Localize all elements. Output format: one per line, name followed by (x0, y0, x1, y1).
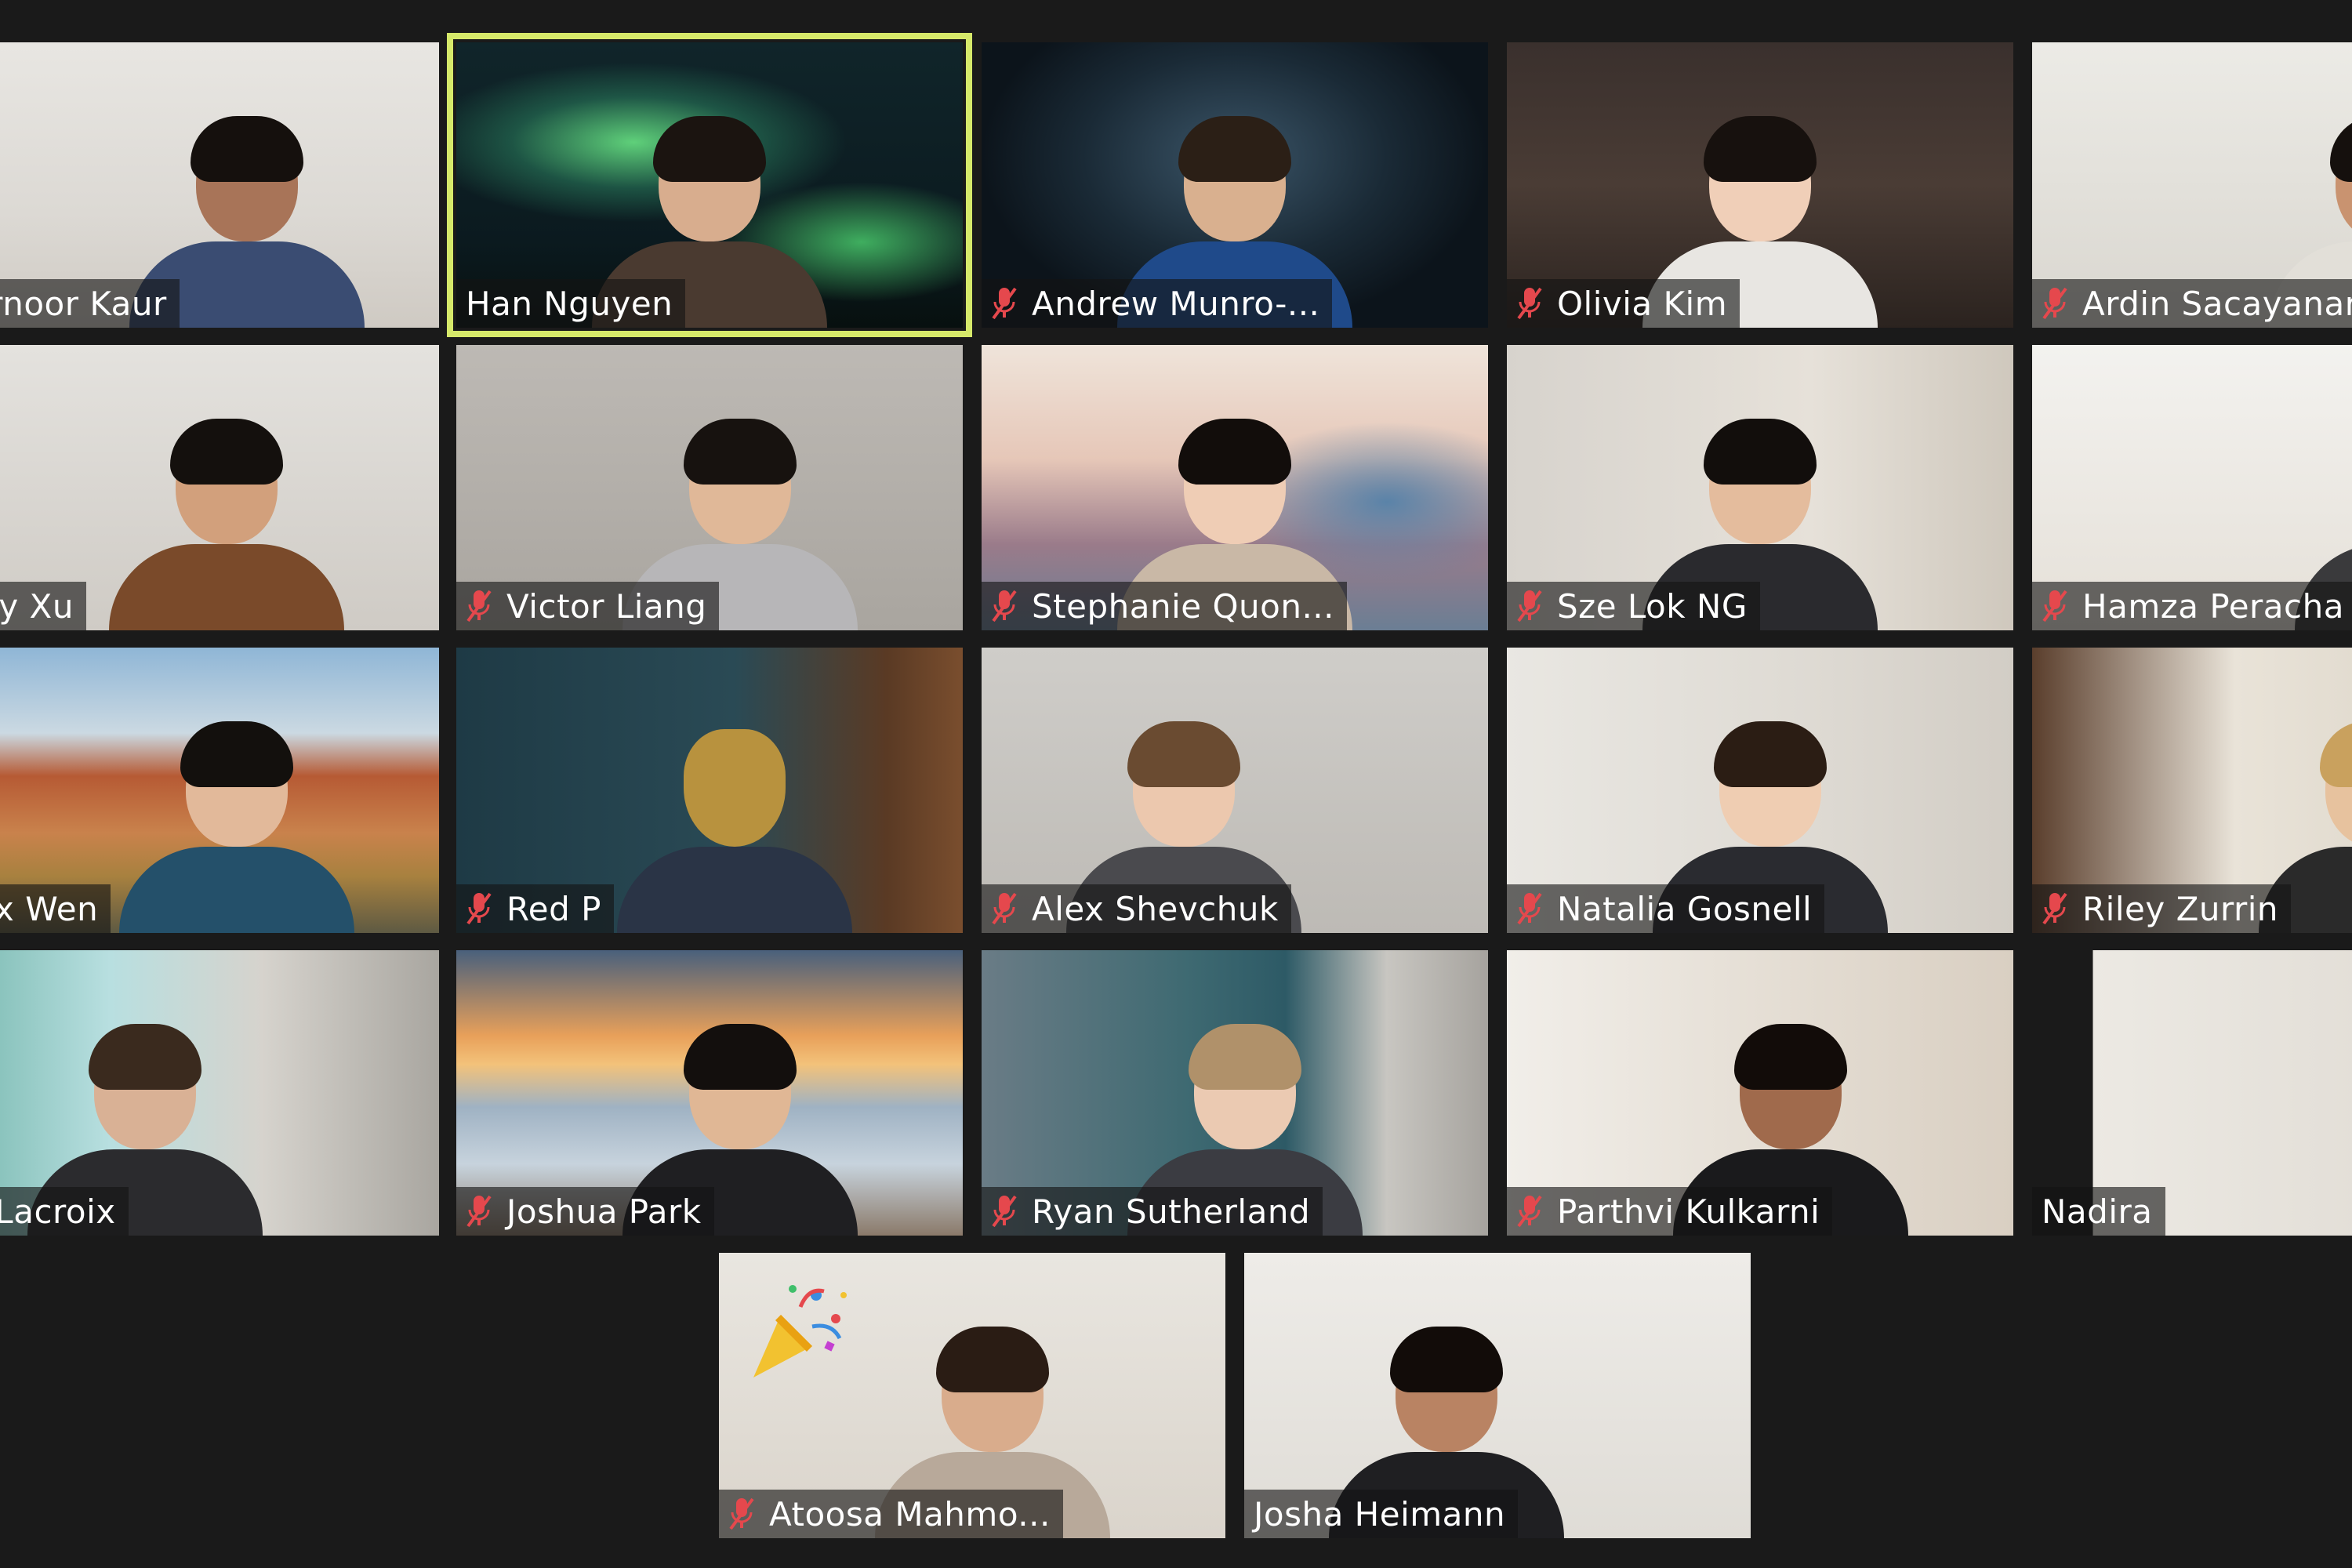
microphone-muted-icon (1516, 1194, 1543, 1229)
participant-name-label: Gurnoor Kaur (0, 279, 180, 328)
video-tile[interactable]: Gurnoor Kaur (0, 42, 439, 328)
participant-name: Joshua Park (506, 1192, 702, 1231)
participant-name-label: Nadira (2032, 1187, 2165, 1236)
participant-name: Stephanie Quon... (1032, 586, 1335, 626)
microphone-muted-icon (991, 1194, 1018, 1229)
video-tile[interactable]: Alex Wen (0, 648, 439, 933)
video-tile[interactable]: Parthvi Kulkarni (1507, 950, 2013, 1236)
participant-name-label: Ardin Sacayanar (2032, 279, 2352, 328)
participant-video-masked (617, 729, 853, 933)
participant-name: Ryan Sutherland (1032, 1192, 1311, 1231)
video-tile[interactable]: en Lacroix (0, 950, 439, 1236)
video-tile[interactable]: Nadira (2032, 950, 2352, 1236)
participant-name-label: Natalia Gosnell (1507, 884, 1825, 933)
video-tile[interactable]: Red P (456, 648, 963, 933)
participant-name: Ardin Sacayanar (2082, 284, 2352, 323)
video-tile[interactable]: Victor Liang (456, 345, 963, 630)
party-popper-icon (753, 1285, 847, 1377)
microphone-muted-icon (2042, 286, 2068, 321)
video-tile[interactable]: Ryan Sutherland (982, 950, 1488, 1236)
video-tile[interactable]: Sze Lok NG (1507, 345, 2013, 630)
participant-name-label: Olivia Kim (1507, 279, 1740, 328)
participant-name: Alex Shevchuk (1032, 889, 1279, 928)
participant-name-label: Sze Lok NG (1507, 582, 1760, 630)
participant-name-label: Alex Wen (0, 884, 111, 933)
participant-name-label: Josha Heimann (1244, 1490, 1519, 1538)
video-tile[interactable]: Stephanie Quon... (982, 345, 1488, 630)
participant-name-label: Stephanie Quon... (982, 582, 1348, 630)
participant-name: Olivia Kim (1557, 284, 1728, 323)
participant-name: Riley Zurrin (2082, 889, 2279, 928)
participant-video (118, 721, 354, 933)
participant-name: Natalia Gosnell (1557, 889, 1813, 928)
participant-name-label: Victor Liang (456, 582, 720, 630)
participant-name: Josha Heimann (1254, 1494, 1506, 1534)
participant-name-label: Parthvi Kulkarni (1507, 1187, 1833, 1236)
video-tile[interactable]: Natalia Gosnell (1507, 648, 2013, 933)
participant-name: Red P (506, 889, 601, 928)
video-tile[interactable]: Hamza Peracha (2032, 345, 2352, 630)
participant-name-label: Tony Xu (0, 582, 86, 630)
microphone-muted-icon (991, 891, 1018, 926)
video-tile[interactable]: Ardin Sacayanar (2032, 42, 2352, 328)
participant-name: Sze Lok NG (1557, 586, 1748, 626)
video-tile[interactable]: Andrew Munro-... (982, 42, 1488, 328)
microphone-muted-icon (2042, 589, 2068, 623)
participant-video (108, 419, 344, 630)
microphone-muted-icon (991, 286, 1018, 321)
video-tile-active-speaker[interactable]: Han Nguyen (447, 33, 972, 337)
participant-name: Alex Wen (0, 889, 99, 928)
microphone-muted-icon (991, 589, 1018, 623)
video-tile[interactable]: Tony Xu (0, 345, 439, 630)
participant-name: Tony Xu (0, 586, 74, 626)
participant-name-label: en Lacroix (0, 1187, 129, 1236)
gallery-view: Gurnoor Kaur Han Nguyen Andrew Munro-...… (0, 0, 2352, 1568)
video-tile[interactable]: Riley Zurrin (2032, 648, 2352, 933)
participant-name-label: Andrew Munro-... (982, 279, 1333, 328)
participant-name: en Lacroix (0, 1192, 116, 1231)
participant-name-label: Riley Zurrin (2032, 884, 2292, 933)
microphone-muted-icon (466, 589, 492, 623)
participant-name: Parthvi Kulkarni (1557, 1192, 1820, 1231)
microphone-muted-icon (1516, 589, 1543, 623)
video-tile[interactable]: Atoosa Mahmo... (719, 1253, 1225, 1538)
video-tile[interactable]: Joshua Park (456, 950, 963, 1236)
participant-name: Atoosa Mahmo... (769, 1494, 1051, 1534)
participant-name-label: Hamza Peracha (2032, 582, 2352, 630)
video-tile[interactable]: Olivia Kim (1507, 42, 2013, 328)
participant-name-label: Alex Shevchuk (982, 884, 1291, 933)
participant-name: Andrew Munro-... (1032, 284, 1320, 323)
video-tile[interactable]: Alex Shevchuk (982, 648, 1488, 933)
participant-name: Nadira (2042, 1192, 2153, 1231)
participant-name: Han Nguyen (466, 284, 673, 323)
participant-name-label: Red P (456, 884, 614, 933)
microphone-muted-icon (1516, 891, 1543, 926)
participant-name-label: Ryan Sutherland (982, 1187, 1323, 1236)
participant-name-label: Atoosa Mahmo... (719, 1490, 1063, 1538)
microphone-muted-icon (728, 1497, 755, 1531)
participant-name: Gurnoor Kaur (0, 284, 167, 323)
microphone-muted-icon (466, 1194, 492, 1229)
microphone-muted-icon (1516, 286, 1543, 321)
participant-name: Victor Liang (506, 586, 707, 626)
microphone-muted-icon (2042, 891, 2068, 926)
participant-name-label: Joshua Park (456, 1187, 714, 1236)
microphone-muted-icon (466, 891, 492, 926)
video-tile[interactable]: Josha Heimann (1244, 1253, 1751, 1538)
participant-name-label: Han Nguyen (456, 279, 686, 328)
participant-name: Hamza Peracha (2082, 586, 2344, 626)
